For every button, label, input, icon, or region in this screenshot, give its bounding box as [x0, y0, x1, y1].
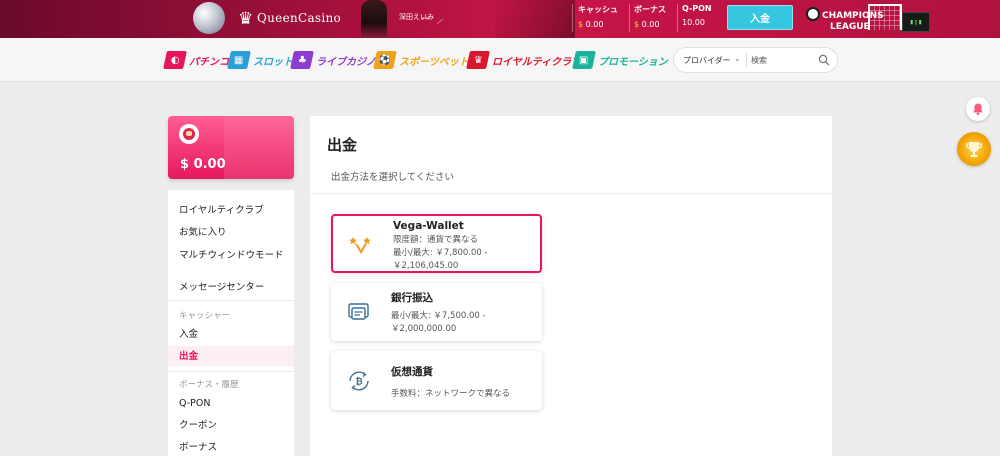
search-icon[interactable] — [818, 54, 830, 66]
ambassador-signature: ~ ⸝ — [420, 11, 444, 27]
bonus-heading: ボーナス・履歴 — [179, 380, 239, 390]
withdrawal-panel: 出金 出金方法を選択してください Vega-Wallet 限度額：通貨で異なる … — [310, 116, 832, 456]
sidebar-item-loyalty-club[interactable]: ロイヤルティクラブ — [168, 205, 294, 216]
nav-label: パチンコ — [189, 56, 229, 68]
nav-loyalty-club[interactable]: ♛ ロイヤルティクラブ — [466, 51, 582, 69]
method-name: 銀行振込 — [391, 292, 433, 304]
header-divider — [629, 4, 630, 32]
sidebar-item-favorites[interactable]: お気に入り — [168, 227, 294, 238]
gift-icon: ▣ — [572, 51, 596, 69]
globe-graphic — [193, 2, 225, 34]
nav-pachinko[interactable]: ◐ パチンコ — [163, 51, 229, 69]
search-input[interactable] — [751, 52, 811, 68]
method-name: Vega-Wallet — [393, 220, 464, 232]
method-limit: 最小/最大: ￥7,800.00 - — [393, 248, 488, 258]
sidebar-item-message-center[interactable]: メッセージセンター — [168, 282, 294, 293]
ambassador-photo — [361, 0, 387, 38]
pachinko-icon: ◐ — [163, 51, 187, 69]
live-casino-icon: ♣ — [290, 51, 314, 69]
search-divider — [746, 52, 747, 68]
bank-card-icon — [348, 303, 369, 320]
football-icon — [806, 7, 820, 21]
goal-net-graphic — [868, 4, 902, 30]
vega-wallet-icon — [349, 237, 371, 254]
bonus-amount: 0.00 — [641, 20, 660, 29]
nav-sports-bet[interactable]: ⚽ スポーツベット — [373, 51, 469, 69]
scoreboard-graphic: ▮▯▮ — [902, 12, 930, 32]
champions-league-banner[interactable]: CHAMPIONS LEAGUE — [800, 3, 884, 35]
nav-promotion[interactable]: ▣ プロモーション — [572, 51, 668, 69]
cash-balance[interactable]: キャッシュ $ 0.00 — [578, 4, 630, 29]
menu-divider — [168, 371, 294, 372]
section-divider — [310, 193, 832, 194]
sidebar-item-bonus[interactable]: ボーナス — [168, 442, 294, 453]
main-nav: ◐ パチンコ ▦ スロット ♣ ライブカジノ ⚽ スポーツベット ♛ ロイヤルテ… — [0, 38, 1000, 82]
cash-label: キャッシュ — [578, 5, 618, 14]
nav-slot[interactable]: ▦ スロット — [227, 51, 293, 69]
svg-text:₿: ₿ — [355, 377, 362, 388]
banner-line2: LEAGUE — [830, 22, 870, 32]
sidebar-item-qpon[interactable]: Q-PON — [168, 398, 294, 409]
cash-value: $ 0.00 — [578, 20, 630, 29]
method-vega-wallet[interactable]: Vega-Wallet 限度額：通貨で異なる 最小/最大: ￥7,800.00 … — [331, 214, 542, 273]
method-limit-max: ￥2,000,000.00 — [391, 324, 457, 334]
nav-label: プロモーション — [598, 56, 668, 68]
nav-label: スポーツベット — [399, 56, 469, 68]
method-detail: 限度額：通貨で異なる — [393, 235, 479, 245]
trophy-icon[interactable] — [957, 132, 991, 166]
balance-amount: $ 0.00 — [180, 157, 226, 172]
header-divider — [677, 4, 678, 32]
currency-symbol: $ — [578, 20, 584, 29]
sidebar-item-multi-window[interactable]: マルチウィンドウモード — [168, 250, 294, 261]
sidebar-menu: ロイヤルティクラブ お気に入り マルチウィンドウモード メッセージセンター キャ… — [168, 190, 294, 456]
cash-amount: 0.00 — [585, 20, 604, 29]
sidebar-item-deposit[interactable]: 入金 — [168, 329, 294, 340]
slot-icon: ▦ — [227, 51, 251, 69]
method-limit-max: ￥2,106,045.00 — [393, 261, 459, 271]
menu-divider — [168, 300, 294, 301]
page-title: 出金 — [327, 136, 358, 154]
queen-logo-icon: ♛ — [238, 9, 254, 29]
sports-icon: ⚽ — [373, 51, 397, 69]
nav-label: スロット — [253, 56, 293, 68]
chevron-down-icon[interactable]: ⌄ — [734, 54, 741, 63]
nav-label: ロイヤルティクラブ — [492, 56, 582, 68]
sidebar-item-withdrawal[interactable]: 出金 — [168, 346, 294, 366]
method-limit: 最小/最大: ￥7,500.00 - — [391, 311, 486, 321]
top-header: ♛ QueenCasino 深田えいみ ~ ⸝ キャッシュ $ 0.00 ボーナ… — [0, 0, 1000, 38]
nav-label: ライブカジノ — [316, 56, 376, 68]
bonus-balance[interactable]: ボーナス $ 0.00 — [634, 4, 686, 29]
deposit-button[interactable]: 入金 — [727, 5, 793, 30]
header-decoration — [495, 0, 575, 38]
method-crypto[interactable]: ₿ 仮想通貨 手数料：ネットワークで異なる — [331, 351, 542, 410]
daruma-icon — [179, 124, 199, 144]
balance-card: $ 0.00 — [168, 116, 294, 179]
nav-live-casino[interactable]: ♣ ライブカジノ — [290, 51, 376, 69]
crown-icon: ♛ — [466, 51, 490, 69]
currency-symbol: $ — [634, 20, 640, 29]
sidebar-item-coupon[interactable]: クーポン — [168, 420, 294, 431]
method-bank-transfer[interactable]: 銀行振込 最小/最大: ￥7,500.00 - ￥2,000,000.00 — [331, 283, 542, 341]
provider-dropdown[interactable]: プロバイダー — [683, 55, 731, 66]
cashier-heading: キャッシャー — [179, 311, 231, 321]
crypto-icon: ₿ — [349, 371, 369, 391]
method-name: 仮想通貨 — [391, 366, 433, 378]
page-subtitle: 出金方法を選択してください — [331, 172, 454, 183]
method-detail: 手数料：ネットワークで異なる — [391, 389, 511, 399]
bonus-label: ボーナス — [634, 5, 666, 14]
bonus-value: $ 0.00 — [634, 20, 686, 29]
notification-bell-icon[interactable] — [966, 97, 990, 121]
header-divider — [572, 4, 573, 32]
search-bar: プロバイダー ⌄ — [673, 47, 838, 73]
site-logo[interactable]: QueenCasino — [257, 11, 341, 25]
